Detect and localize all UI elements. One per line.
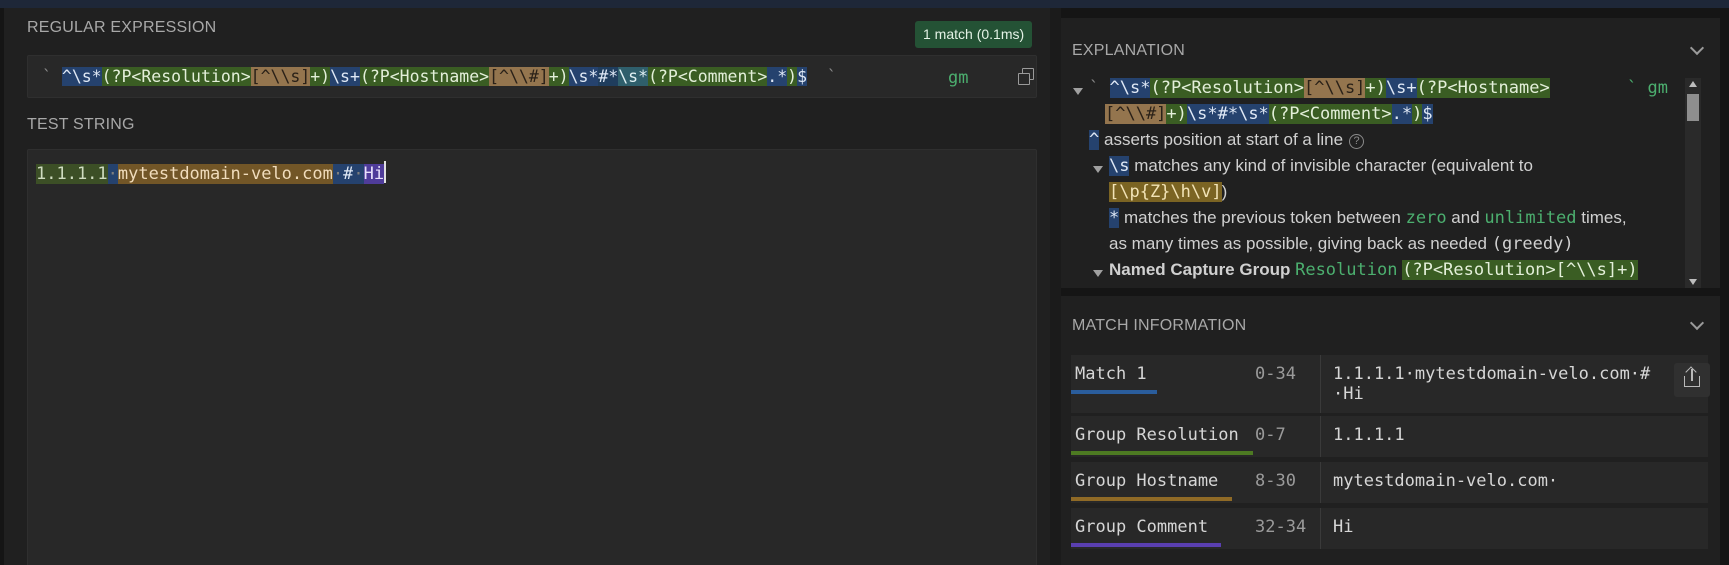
- group-range: 0-7: [1255, 425, 1286, 445]
- explanation-scrollbar[interactable]: [1685, 78, 1701, 288]
- column-divider: [1320, 416, 1321, 457]
- regex-token-group-open: (?P<Comment>: [648, 67, 768, 86]
- regex-open-delimiter: `: [42, 67, 52, 86]
- column-divider: [1320, 462, 1321, 503]
- explanation-regex-line-2: [^\\#]+)\s*#*\s*(?P<Comment>.*)$: [1105, 104, 1433, 124]
- regex-flags[interactable]: gm: [948, 68, 968, 88]
- copy-icon[interactable]: [1018, 68, 1036, 86]
- regex-token-char-class: [^\\#]: [489, 67, 549, 86]
- regex-token-group-open: (?P<Resolution>: [101, 67, 251, 86]
- chevron-down-icon[interactable]: [1689, 315, 1705, 331]
- expand-triangle-icon[interactable]: [1093, 166, 1103, 173]
- regex-text: ` ^\s*(?P<Resolution>[^\\s]+)\s+(?P<Host…: [42, 67, 837, 86]
- regex-token-end-anchor: $: [797, 67, 808, 86]
- explanation-flags: ` gm: [1627, 78, 1668, 98]
- scroll-up-icon[interactable]: [1689, 81, 1697, 87]
- match-hostname: mytestdomain-velo.com: [117, 164, 333, 184]
- regex-token-group-close: +): [310, 67, 331, 86]
- regex-token-whitespace: \s*: [71, 67, 102, 86]
- group-label: Group Resolution: [1075, 425, 1239, 445]
- space-marker: ·: [353, 164, 364, 184]
- group-label: Group Comment: [1075, 517, 1209, 537]
- editor-panel: REGULAR EXPRESSION 1 match (0.1ms) ` ^\s…: [4, 8, 1050, 565]
- group-value: 1.1.1.1: [1333, 425, 1405, 445]
- regex-close-delimiter: `: [826, 67, 837, 86]
- regex-token-anchor: ^: [61, 67, 72, 86]
- group-underline: [1071, 451, 1253, 455]
- explanation-whitespace-equivalent: [\p{Z}\h\v]): [1109, 182, 1228, 202]
- text-cursor: [384, 161, 387, 183]
- match-row[interactable]: Match 1 0-34 1.1.1.1·mytestdomain-velo.c…: [1071, 355, 1710, 413]
- expand-triangle-icon[interactable]: [1073, 88, 1083, 95]
- group-range: 8-30: [1255, 471, 1296, 491]
- group-row[interactable]: Group Hostname 8-30 mytestdomain-velo.co…: [1071, 462, 1708, 503]
- regex-token-whitespace: \s*: [568, 67, 599, 86]
- match-comment: Hi: [363, 164, 385, 184]
- group-range: 32-34: [1255, 517, 1307, 537]
- explanation-star-line-2: as many times as possible, giving back a…: [1109, 234, 1574, 254]
- chevron-down-icon[interactable]: [1689, 40, 1705, 56]
- explanation-caret-line: ^ asserts position at start of a line?: [1089, 130, 1365, 150]
- group-label: Group Hostname: [1075, 471, 1219, 491]
- group-row[interactable]: Group Resolution 0-7 1.1.1.1: [1071, 416, 1708, 457]
- regex-token-whitespace: \s+: [330, 67, 360, 86]
- explanation-star-line: * matches the previous token between zer…: [1109, 208, 1627, 228]
- group-row[interactable]: Group Comment 32-34 Hi: [1071, 508, 1708, 549]
- match-count-badge: 1 match (0.1ms): [915, 21, 1033, 48]
- group-underline: [1071, 497, 1232, 501]
- top-strip: [0, 0, 1729, 8]
- column-divider: [1320, 355, 1321, 413]
- match-information-title: MATCH INFORMATION: [1072, 317, 1247, 334]
- regex-token-group-close: ): [787, 67, 798, 86]
- regex-token-any: .*: [767, 67, 788, 86]
- regex-section-title: REGULAR EXPRESSION: [27, 19, 217, 36]
- match-value-continued: ·Hi: [1333, 384, 1364, 404]
- regex-token-group-open: (?P<Hostname>: [359, 67, 490, 86]
- help-icon[interactable]: ?: [1349, 134, 1365, 149]
- explanation-tree: ` ^\s*(?P<Resolution>[^\\s]+)\s+(?P<Host…: [1071, 78, 1685, 290]
- match-range: 0-34: [1255, 364, 1296, 384]
- scroll-thumb[interactable]: [1687, 94, 1699, 121]
- explanation-panel: EXPLANATION ` ^\s*(?P<Resolution>[^\\s]+…: [1061, 18, 1720, 288]
- group-underline: [1071, 543, 1221, 547]
- group-value: mytestdomain-velo.com·: [1333, 471, 1559, 491]
- match-label: Match 1: [1075, 364, 1147, 384]
- share-icon[interactable]: [1674, 363, 1710, 397]
- space-marker: ·: [107, 164, 118, 184]
- column-divider: [1320, 508, 1321, 549]
- explanation-group-line: Named Capture Group Resolution (?P<Resol…: [1109, 260, 1638, 280]
- regex-input[interactable]: ` ^\s*(?P<Resolution>[^\\s]+)\s+(?P<Host…: [27, 55, 1037, 98]
- test-string-text: 1.1.1.1·mytestdomain-velo.com·#·Hi: [36, 161, 387, 184]
- expand-triangle-icon[interactable]: [1093, 270, 1103, 277]
- test-string-input[interactable]: 1.1.1.1·mytestdomain-velo.com·#·Hi: [27, 149, 1037, 565]
- match-resolution: 1.1.1.1: [36, 164, 108, 184]
- regex-token-char-class: [^\\s]: [250, 67, 311, 86]
- group-value: Hi: [1333, 517, 1354, 537]
- space-marker: ·: [332, 164, 344, 184]
- explanation-title: EXPLANATION: [1072, 42, 1186, 59]
- scroll-down-icon[interactable]: [1689, 279, 1697, 285]
- regex-token-whitespace: \s*: [618, 67, 649, 86]
- regex-token-hash: #*: [598, 67, 619, 86]
- match-information-panel: MATCH INFORMATION Match 1 0-34 1.1.1.1·m…: [1061, 296, 1720, 565]
- explanation-regex-line-1: ` ^\s*(?P<Resolution>[^\\s]+)\s+(?P<Host…: [1089, 78, 1550, 98]
- regex-token-group-close: +): [548, 67, 569, 86]
- match-underline: [1071, 390, 1157, 394]
- match-hash: #: [343, 164, 354, 184]
- match-value: 1.1.1.1·mytestdomain-velo.com·#: [1333, 364, 1651, 384]
- sidebar-panel: EXPLANATION ` ^\s*(?P<Resolution>[^\\s]+…: [1061, 8, 1729, 565]
- explanation-whitespace-line: \s matches any kind of invisible charact…: [1109, 156, 1533, 176]
- test-section-title: TEST STRING: [27, 116, 135, 133]
